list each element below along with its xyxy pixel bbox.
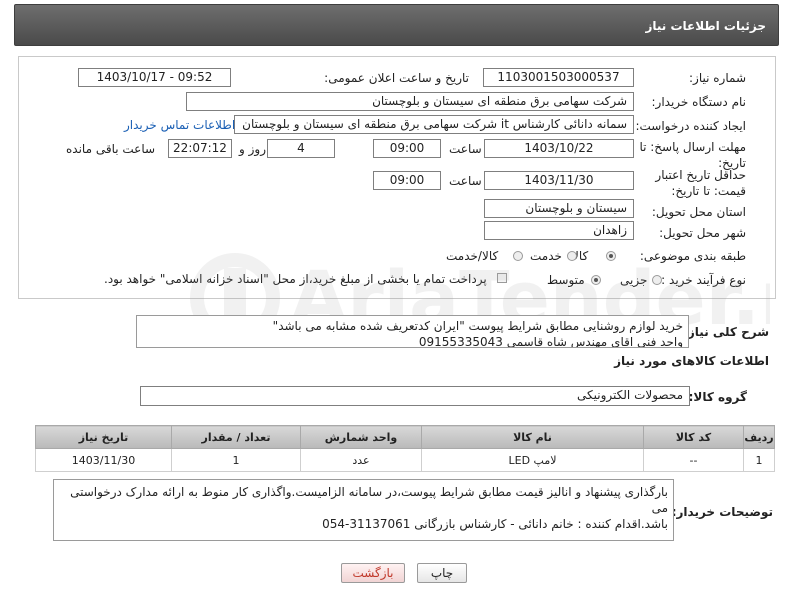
creator-field[interactable]: سمانه دانائی کارشناس it شرکت سهامی برق م… <box>234 115 634 134</box>
category-label: طبقه بندی موضوعی: <box>639 249 746 263</box>
description-line-1: خرید لوازم روشنایی مطابق شرایط پیوست "ای… <box>272 319 683 333</box>
process-minor-radio[interactable] <box>652 275 662 285</box>
cell-row-number: 1 <box>743 448 775 472</box>
buyer-notes-line-2: باشد.اقدام کننده : خانم دانائی - کارشناس… <box>322 517 668 531</box>
remaining-suffix-label: ساعت باقی مانده <box>66 142 156 156</box>
col-need-date: تاریخ نیاز <box>35 425 172 449</box>
need-number-label: شماره نیاز: <box>689 71 746 85</box>
validity-time-label: ساعت <box>449 174 482 188</box>
buyer-org-field[interactable]: شرکت سهامی برق منطقه ای سیستان و بلوچستا… <box>186 92 634 111</box>
reply-date-field[interactable]: 1403/10/22 <box>484 139 634 158</box>
description-textarea[interactable]: خرید لوازم روشنایی مطابق شرایط پیوست "ای… <box>136 315 689 348</box>
remaining-time-field[interactable]: 22:07:12 <box>168 139 232 158</box>
announce-datetime-label: تاریخ و ساعت اعلان عمومی: <box>324 71 469 85</box>
col-row-number: ردیف <box>743 425 775 449</box>
category-goods-radio[interactable] <box>606 251 616 261</box>
city-label: شهر محل تحویل: <box>659 226 746 240</box>
announce-datetime-field[interactable]: 1403/10/17 - 09:52 <box>78 68 231 87</box>
province-field[interactable]: سیستان و بلوچستان <box>484 199 634 218</box>
validity-time-field[interactable]: 09:00 <box>373 171 441 190</box>
table-row[interactable]: 1 -- لامپ LED عدد 1 1403/11/30 <box>35 448 775 472</box>
validity-date-field[interactable]: 1403/11/30 <box>484 171 634 190</box>
buyer-notes-line-1: بارگذاری پیشنهاد و انالیز قیمت مطابق شرا… <box>70 485 668 515</box>
remaining-days-field[interactable]: 4 <box>267 139 335 158</box>
goods-group-label: گروه کالا: <box>688 390 747 404</box>
province-label: استان محل تحویل: <box>651 205 746 219</box>
price-validity-label: حداقل تاریخ اعتبار قیمت: تا تاریخ: <box>655 168 746 198</box>
items-table: ردیف کد کالا نام کالا واحد شمارش تعداد /… <box>35 425 775 472</box>
description-line-2: واحد فنی اقای مهندس شاه قاسمی 0915533504… <box>418 335 683 348</box>
buyer-notes-label: توضیحات خریدار: <box>671 505 773 519</box>
creator-label: ایجاد کننده درخواست: <box>635 119 746 133</box>
print-button[interactable]: چاپ <box>417 563 467 583</box>
cell-goods-name: لامپ LED <box>421 448 644 472</box>
cell-need-date: 1403/11/30 <box>35 448 172 472</box>
buyer-org-label: نام دستگاه خریدار: <box>651 95 747 109</box>
page-header: جزئیات اطلاعات نیاز <box>14 4 779 46</box>
cell-quantity: 1 <box>171 448 301 472</box>
process-medium-label: متوسط <box>547 273 585 287</box>
process-minor-label: جزیی <box>620 273 648 287</box>
payment-note: پرداخت تمام یا بخشی از مبلغ خرید،از محل … <box>104 272 487 286</box>
reply-time-label: ساعت <box>449 142 482 156</box>
buyer-contact-link[interactable]: اطلاعات تماس خریدار <box>124 118 235 132</box>
cell-unit: عدد <box>300 448 422 472</box>
cell-goods-code: -- <box>643 448 744 472</box>
col-quantity: تعداد / مقدار <box>171 425 301 449</box>
days-and-label: روز و <box>239 142 266 156</box>
category-goods-service-radio[interactable] <box>513 251 523 261</box>
category-goods-service-label: کالا/خدمت <box>446 249 499 263</box>
city-field[interactable]: زاهدان <box>484 221 634 240</box>
col-goods-name: نام کالا <box>421 425 644 449</box>
category-service-label: خدمت <box>530 249 562 263</box>
treasury-payment-checkbox[interactable] <box>497 273 507 283</box>
items-table-header: ردیف کد کالا نام کالا واحد شمارش تعداد /… <box>35 425 775 449</box>
col-unit: واحد شمارش <box>300 425 422 449</box>
buyer-notes-textarea[interactable]: بارگذاری پیشنهاد و انالیز قیمت مطابق شرا… <box>53 479 674 541</box>
goods-group-field[interactable]: محصولات الکترونیکی <box>140 386 690 406</box>
description-label: شرح کلی نیاز: <box>683 325 769 339</box>
back-button[interactable]: بازگشت <box>341 563 405 583</box>
process-type-label: نوع فرآیند خرید : <box>661 273 746 287</box>
goods-section-title: اطلاعات کالاهای مورد نیاز <box>614 354 769 368</box>
category-service-radio[interactable] <box>567 251 577 261</box>
reply-time-field[interactable]: 09:00 <box>373 139 441 158</box>
need-number-field[interactable]: 1103001503000537 <box>483 68 634 87</box>
page-title: جزئیات اطلاعات نیاز <box>645 19 766 33</box>
col-goods-code: کد کالا <box>643 425 744 449</box>
process-medium-radio[interactable] <box>591 275 601 285</box>
